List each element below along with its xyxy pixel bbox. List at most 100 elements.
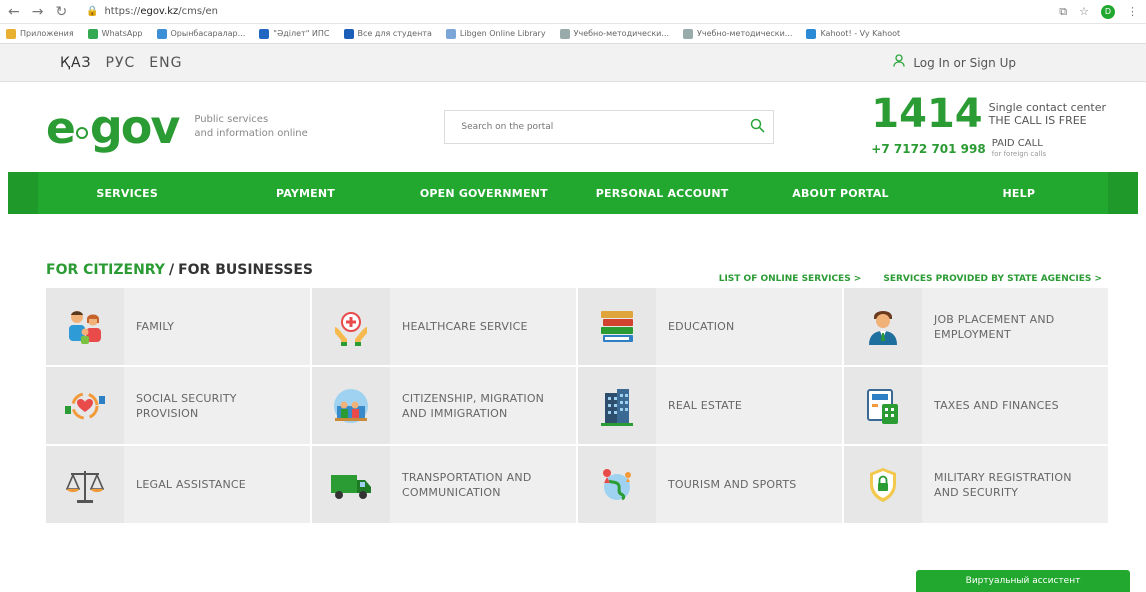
bookmark-favicon-icon [87, 28, 98, 39]
category-label: MILITARY REGISTRATION AND SECURITY [934, 470, 1072, 499]
bookmark-label: Kahoot! - Vy Kahoot [820, 29, 901, 38]
bookmark-label: Libgen Online Library [459, 29, 546, 38]
bookmark-favicon-icon [683, 28, 694, 39]
menu-payment[interactable]: PAYMENT [216, 172, 394, 214]
contact-center: 1414 Single contact center THE CALL IS F… [871, 94, 1106, 160]
lang-eng[interactable]: ENG [149, 55, 182, 71]
link-agency-services[interactable]: SERVICES PROVIDED BY STATE AGENCIES > [883, 274, 1102, 284]
bookmark-item[interactable]: Все для студента [343, 28, 432, 39]
category-tile[interactable]: EDUCATION [578, 288, 842, 365]
link-online-services[interactable]: LIST OF ONLINE SERVICES > [719, 274, 862, 284]
category-tile[interactable]: TRANSPORTATION AND COMMUNICATION [312, 446, 576, 523]
url-path: /cms/en [178, 6, 218, 17]
scales-icon [46, 446, 124, 523]
bookmark-favicon-icon [6, 28, 16, 39]
migration-icon [312, 367, 390, 444]
category-label: JOB PLACEMENT AND EMPLOYMENT [934, 312, 1055, 341]
star-icon[interactable]: ☆ [1079, 5, 1089, 18]
bookmark-label: Учебно-методически... [573, 29, 670, 38]
browser-nav: ← → ↻ [8, 4, 86, 20]
bookmark-label: WhatsApp [101, 29, 143, 38]
translate-icon[interactable]: ⧉ [1059, 5, 1067, 19]
category-label: LEGAL ASSISTANCE [136, 478, 246, 491]
contact-number[interactable]: 1414 [871, 94, 982, 134]
family-icon [46, 288, 124, 365]
paid-phone[interactable]: +7 7172 701 998 [871, 142, 985, 156]
category-label: HEALTHCARE SERVICE [402, 320, 528, 333]
back-icon[interactable]: ← [8, 4, 20, 20]
main-content: FOR CITIZENRY / FOR BUSINESSES LIST OF ONL… [0, 262, 1146, 523]
lang-kaz[interactable]: ҚАЗ [60, 55, 92, 71]
bookmark-favicon-icon [343, 28, 354, 39]
menu-about-portal[interactable]: ABOUT PORTAL [751, 172, 929, 214]
category-tile[interactable]: CITIZENSHIP, MIGRATION AND IMMIGRATION [312, 367, 576, 444]
bookmark-label: Все для студента [357, 29, 432, 38]
egov-logo[interactable]: e gov [46, 100, 180, 154]
paid-call-note: PAID CALL for foreign calls [991, 138, 1047, 158]
menu-dots-icon[interactable]: ⋮ [1127, 5, 1138, 18]
lang-rus[interactable]: РУС [106, 55, 136, 71]
search-input[interactable] [461, 122, 751, 132]
main-menu: SERVICES PAYMENT OPEN GOVERNMENT PERSONA… [8, 172, 1138, 214]
menu-personal-account[interactable]: PERSONAL ACCOUNT [573, 172, 751, 214]
category-tile[interactable]: SOCIAL SECURITY PROVISION [46, 367, 310, 444]
category-tile[interactable]: JOB PLACEMENT AND EMPLOYMENT [844, 288, 1108, 365]
bookmark-label: Орынбасаралар... [170, 29, 246, 38]
bookmark-item[interactable]: Учебно-методически... [683, 28, 793, 39]
site-header: e gov Public services and information onl… [0, 82, 1146, 172]
social-icon [46, 367, 124, 444]
category-tile[interactable]: TAXES AND FINANCES [844, 367, 1108, 444]
category-label: FAMILY [136, 320, 175, 333]
search-icon[interactable] [750, 118, 765, 137]
menu-edge-left [8, 172, 38, 214]
service-categories: FAMILY HEALTHCARE SERVICE EDUCATION JOB PLA… [46, 288, 1108, 523]
menu-services[interactable]: SERVICES [38, 172, 216, 214]
category-tile[interactable]: LEGAL ASSISTANCE [46, 446, 310, 523]
bookmark-item[interactable]: Libgen Online Library [445, 28, 546, 39]
login-label: Log In or Sign Up [913, 55, 1016, 70]
bookmark-label: "Әділет" ИПС [273, 29, 330, 38]
category-label: REAL ESTATE [668, 399, 743, 412]
contact-note: Single contact center THE CALL IS FREE [988, 101, 1106, 127]
login-link[interactable]: Log In or Sign Up [893, 54, 1096, 71]
bookmarks-bar: Приложения WhatsApp Орынбасаралар... "Әділе… [0, 24, 1146, 44]
worker-icon [844, 288, 922, 365]
category-tile[interactable]: MILITARY REGISTRATION AND SECURITY [844, 446, 1108, 523]
bookmark-label: Учебно-методически... [697, 29, 793, 38]
tab-for-citizenry[interactable]: FOR CITIZENRY [46, 262, 165, 278]
truck-icon [312, 446, 390, 523]
category-label: CITIZENSHIP, MIGRATION AND IMMIGRATION [402, 391, 545, 420]
virtual-assistant-button[interactable]: Виртуальный ассистент [916, 570, 1130, 592]
tab-for-businesses[interactable]: FOR BUSINESSES [178, 262, 313, 278]
address-bar[interactable]: 🔒 https://egov.kz/cms/en [86, 6, 1059, 17]
category-tile[interactable]: TOURISM AND SPORTS [578, 446, 842, 523]
building-icon [578, 367, 656, 444]
browser-actions: ⧉ ☆ D ⋮ [1059, 4, 1138, 19]
healthcare-icon [312, 288, 390, 365]
books-icon [578, 288, 656, 365]
category-label: SOCIAL SECURITY PROVISION [136, 391, 237, 420]
language-bar: ҚАЗ РУС ENG Log In or Sign Up [0, 44, 1146, 82]
logo-dot-icon [75, 127, 88, 139]
search-box [444, 110, 775, 144]
menu-help[interactable]: HELP [930, 172, 1108, 214]
menu-edge-right [1107, 172, 1138, 214]
bookmark-label: Приложения [20, 29, 74, 38]
category-tile[interactable]: REAL ESTATE [578, 367, 842, 444]
bookmark-item[interactable]: Учебно-методически... [559, 28, 670, 39]
menu-open-government[interactable]: OPEN GOVERNMENT [395, 172, 573, 214]
bookmark-item[interactable]: Kahoot! - Vy Kahoot [806, 28, 901, 39]
section-header: FOR CITIZENRY / FOR BUSINESSES LIST OF ONL… [46, 262, 1102, 284]
logo-subtitle: Public services and information online [194, 114, 308, 139]
bookmark-item[interactable]: Приложения [6, 28, 74, 39]
profile-avatar[interactable]: D [1101, 4, 1115, 19]
category-tile[interactable]: HEALTHCARE SERVICE [312, 288, 576, 365]
url-prefix: https:// [104, 6, 141, 17]
reload-icon[interactable]: ↻ [55, 4, 67, 20]
bookmark-item[interactable]: Орынбасаралар... [156, 28, 246, 39]
forward-icon[interactable]: → [32, 4, 44, 20]
bookmark-favicon-icon [259, 28, 270, 39]
category-tile[interactable]: FAMILY [46, 288, 310, 365]
bookmark-item[interactable]: WhatsApp [87, 28, 143, 39]
bookmark-item[interactable]: "Әділет" ИПС [259, 28, 330, 39]
